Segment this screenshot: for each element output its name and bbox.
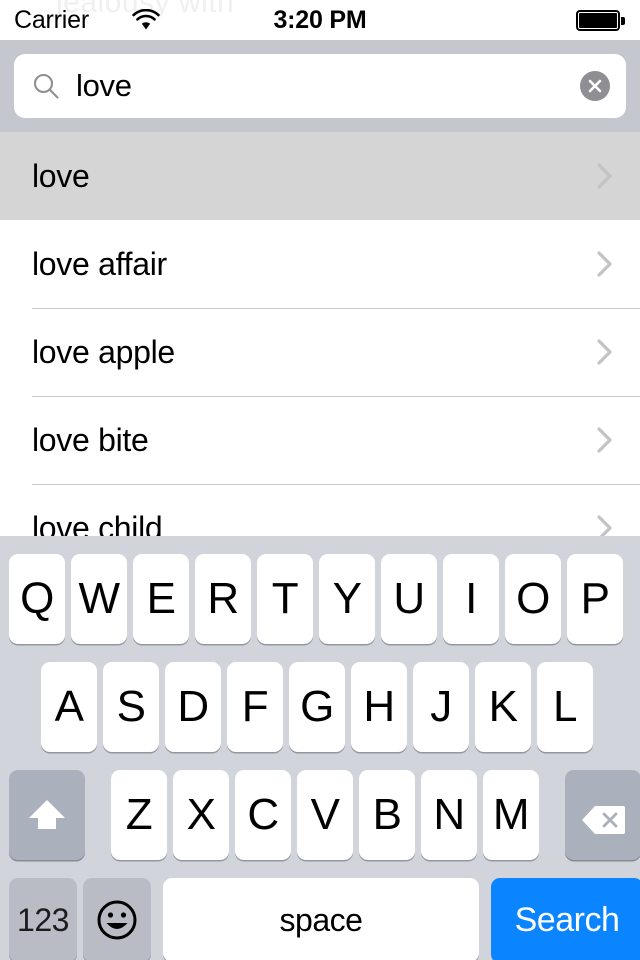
key-m[interactable]: M <box>483 770 539 860</box>
delete-key[interactable] <box>565 770 640 860</box>
shift-arrow-up-icon <box>25 795 69 835</box>
chevron-right-icon <box>596 249 614 279</box>
key-o[interactable]: O <box>505 554 561 644</box>
key-r[interactable]: R <box>195 554 251 644</box>
list-item-label: love <box>32 158 90 194</box>
key-n[interactable]: N <box>421 770 477 860</box>
key-c[interactable]: C <box>235 770 291 860</box>
key-v[interactable]: V <box>297 770 353 860</box>
list-item-label: love child <box>32 510 163 536</box>
chevron-right-icon <box>596 161 614 191</box>
key-w[interactable]: W <box>71 554 127 644</box>
list-item-label: love affair <box>32 246 167 282</box>
key-a[interactable]: A <box>41 662 97 752</box>
numeric-key[interactable]: 123 <box>9 878 77 960</box>
list-item[interactable]: love affair <box>0 220 640 308</box>
clear-circle-x-icon[interactable] <box>580 71 610 101</box>
backspace-delete-icon <box>580 798 626 834</box>
key-z[interactable]: Z <box>111 770 167 860</box>
keyboard-row-2: A S D F G H J K L <box>0 662 640 752</box>
key-g[interactable]: G <box>289 662 345 752</box>
keyboard-row-4: 123 space Search <box>0 878 640 960</box>
list-item[interactable]: love apple <box>0 308 640 396</box>
list-item-label: love apple <box>32 334 175 370</box>
key-u[interactable]: U <box>381 554 437 644</box>
search-key[interactable]: Search <box>491 878 640 960</box>
keyboard-gap <box>542 770 562 860</box>
status-bar: Carrier 3:20 PM <box>0 0 640 40</box>
onscreen-keyboard[interactable]: Q W E R T Y U I O P A S D F G H J K L Z … <box>0 536 640 960</box>
key-q[interactable]: Q <box>9 554 65 644</box>
key-k[interactable]: K <box>475 662 531 752</box>
chevron-right-icon <box>596 513 614 536</box>
list-item-label: love bite <box>32 422 149 458</box>
search-bar-container: love <box>0 40 640 132</box>
key-t[interactable]: T <box>257 554 313 644</box>
search-suggestions-list[interactable]: love love affair love apple love bite lo… <box>0 132 640 536</box>
smiley-face-icon <box>94 897 140 943</box>
keyboard-row-3: Z X C V B N M <box>0 770 640 860</box>
search-magnifier-icon <box>32 72 60 100</box>
key-b[interactable]: B <box>359 770 415 860</box>
key-l[interactable]: L <box>537 662 593 752</box>
battery-full-icon <box>576 10 626 31</box>
list-item[interactable]: love child <box>0 484 640 536</box>
chevron-right-icon <box>596 337 614 367</box>
key-d[interactable]: D <box>165 662 221 752</box>
list-item[interactable]: love bite <box>0 396 640 484</box>
key-f[interactable]: F <box>227 662 283 752</box>
phone-screen: jealousy with Carrier 3:20 PM love love … <box>0 0 640 960</box>
emoji-key[interactable] <box>83 878 151 960</box>
space-key[interactable]: space <box>163 878 479 960</box>
key-j[interactable]: J <box>413 662 469 752</box>
key-e[interactable]: E <box>133 554 189 644</box>
key-p[interactable]: P <box>567 554 623 644</box>
list-item[interactable]: love <box>0 132 640 220</box>
battery-nub <box>621 17 625 25</box>
shift-key[interactable] <box>9 770 85 860</box>
status-time: 3:20 PM <box>273 6 367 34</box>
search-input[interactable]: love <box>14 54 626 118</box>
search-input-value: love <box>76 68 132 103</box>
key-h[interactable]: H <box>351 662 407 752</box>
key-s[interactable]: S <box>103 662 159 752</box>
key-i[interactable]: I <box>443 554 499 644</box>
chevron-right-icon <box>596 425 614 455</box>
key-y[interactable]: Y <box>319 554 375 644</box>
battery-fill <box>579 13 617 28</box>
keyboard-row-1: Q W E R T Y U I O P <box>0 554 640 644</box>
key-x[interactable]: X <box>173 770 229 860</box>
keyboard-gap <box>88 770 108 860</box>
